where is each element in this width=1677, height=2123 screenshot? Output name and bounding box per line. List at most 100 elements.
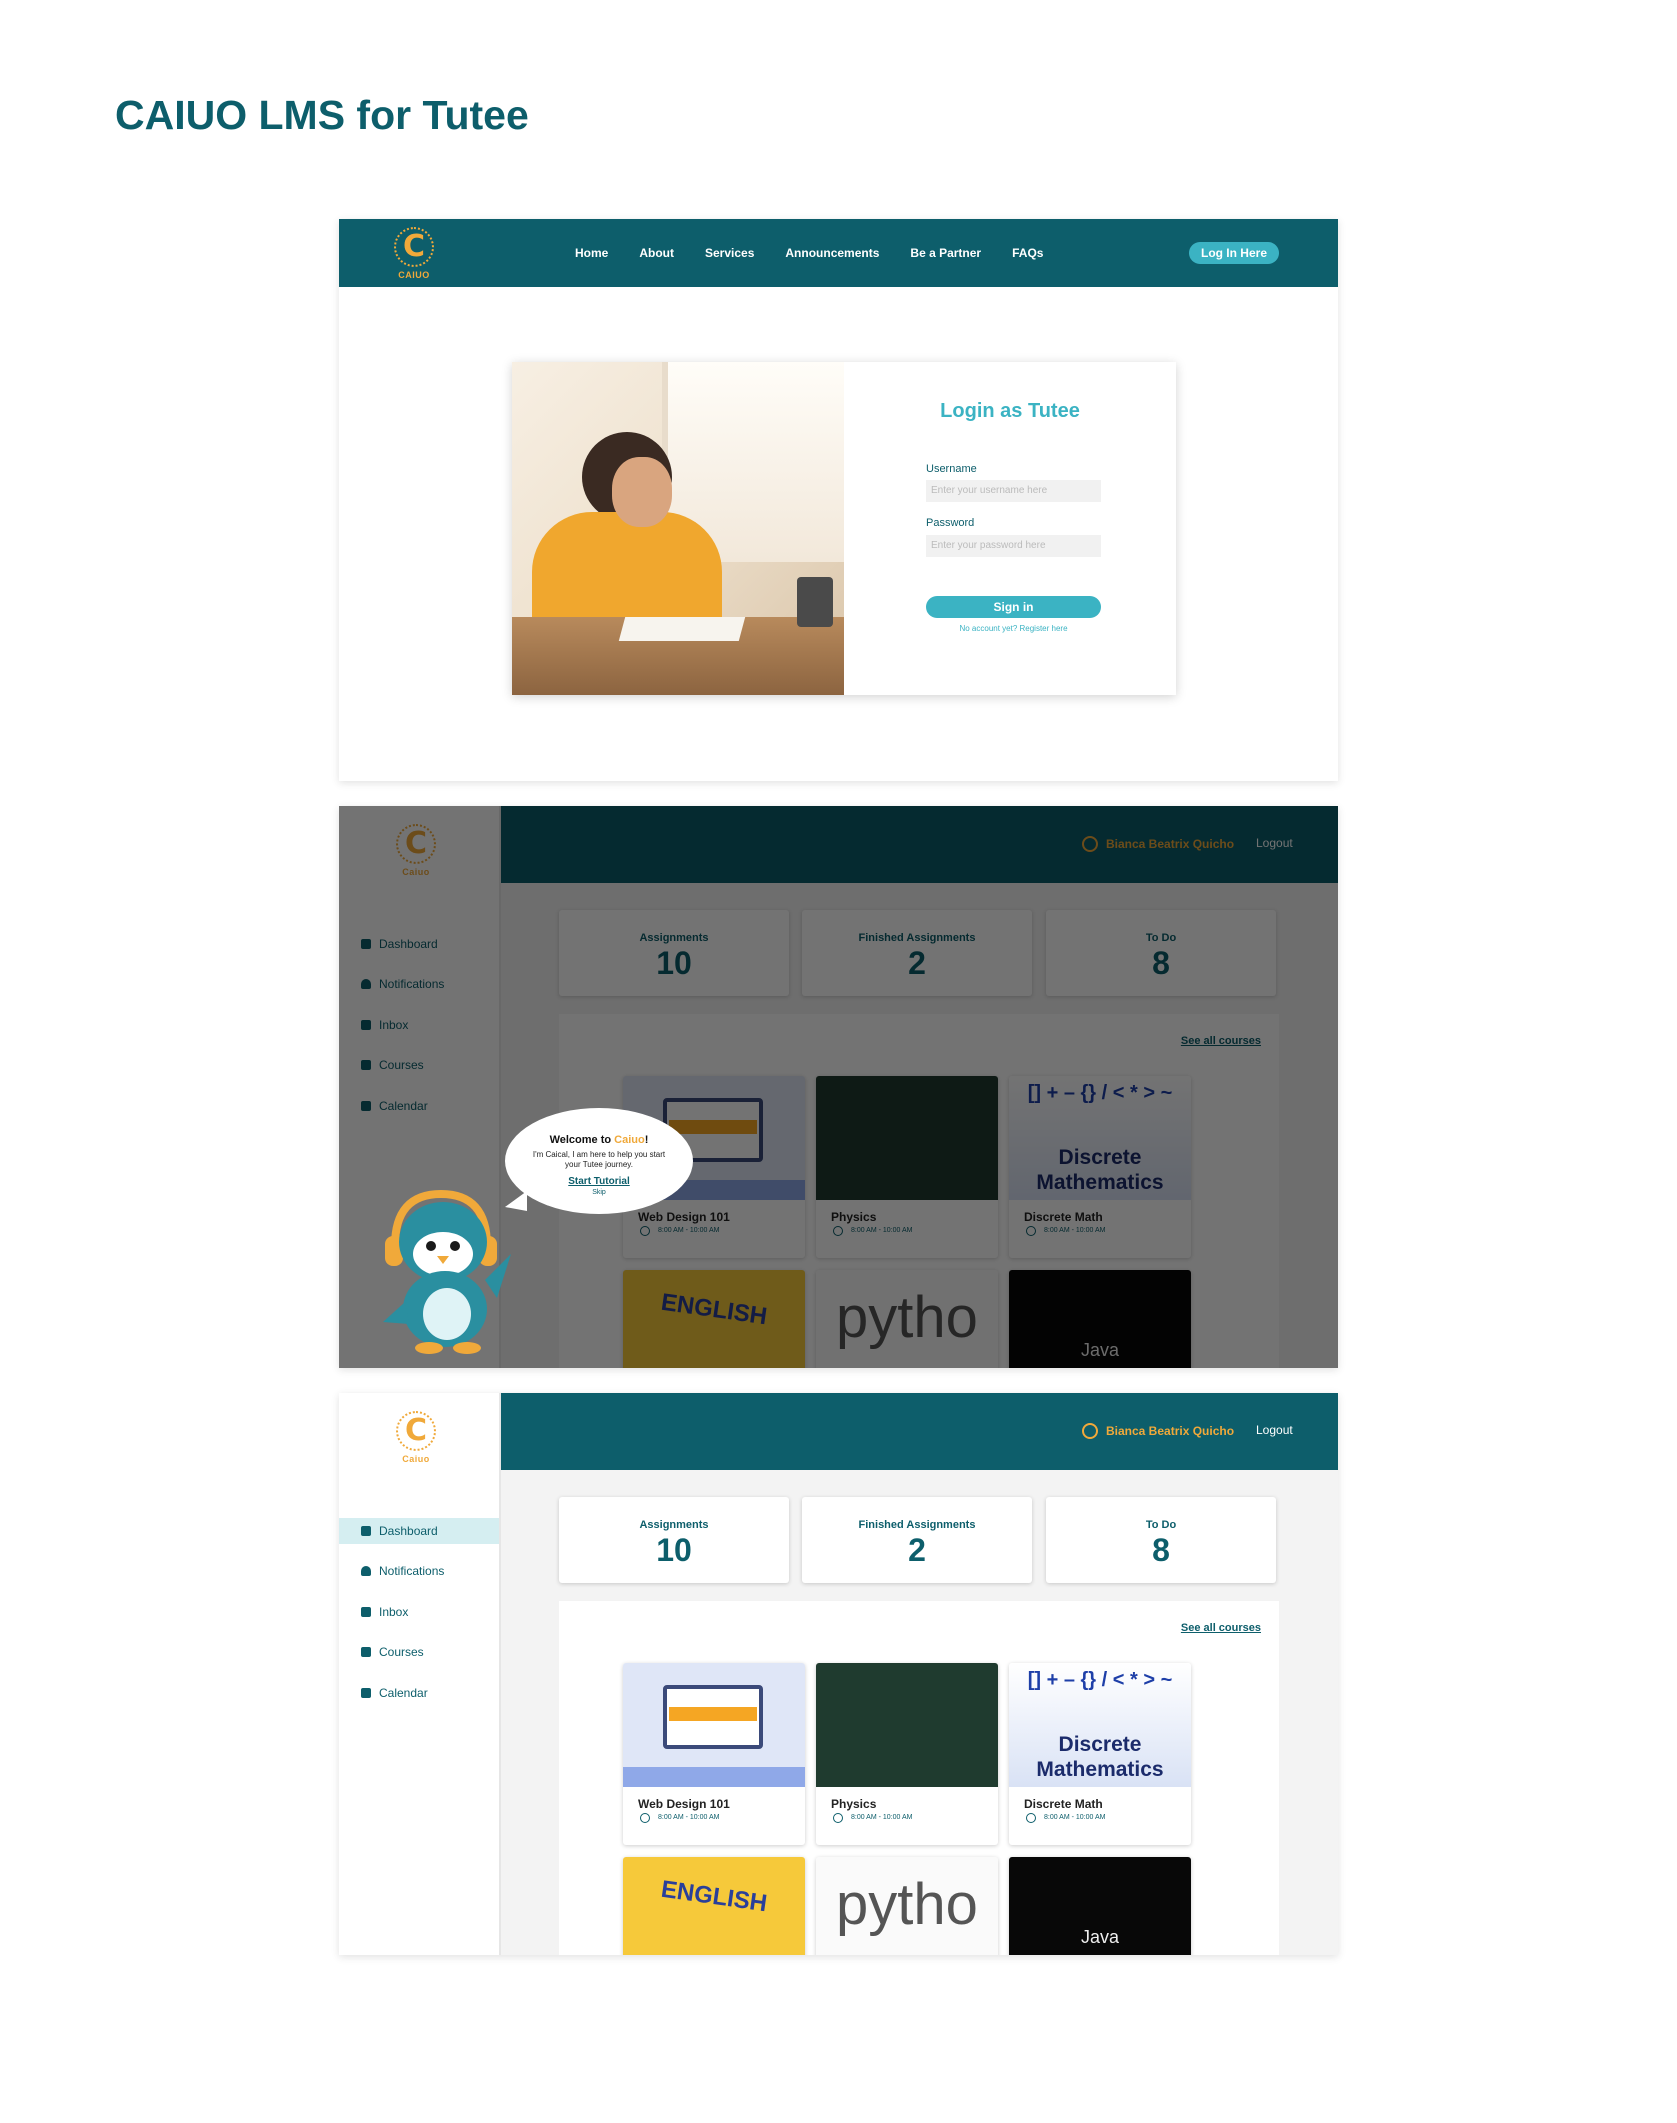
- photo-face: [612, 457, 672, 527]
- nav-about[interactable]: About: [639, 246, 674, 260]
- physics-thumbnail: [816, 1663, 998, 1787]
- nav-announcements[interactable]: Announcements: [785, 246, 879, 260]
- calendar-icon: [361, 1688, 371, 1698]
- discrete-math-thumbnail: [] + – {} / < * > ~ Discrete Mathematics: [1009, 1663, 1191, 1787]
- sidebar-item-label: Courses: [379, 1645, 424, 1659]
- sidebar-item-calendar[interactable]: Calendar: [339, 1680, 499, 1706]
- nav-home[interactable]: Home: [575, 246, 608, 260]
- sidebar-item-notifications[interactable]: Notifications: [339, 1558, 499, 1584]
- course-time: 8:00 AM - 10:00 AM: [1044, 1814, 1106, 1821]
- dashboard-icon: [361, 1526, 371, 1536]
- stat-label: Finished Assignments: [858, 1519, 976, 1531]
- stat-value: 2: [908, 1532, 926, 1568]
- course-card-web-design[interactable]: Web Design 101 8:00 AM - 10:00 AM: [623, 1663, 805, 1845]
- floor-graphic: [623, 1767, 805, 1787]
- sidebar-item-label: Inbox: [379, 1605, 409, 1619]
- sidebar: C Caiuo Dashboard Notifications Inbox Co…: [339, 1393, 501, 1955]
- course-name: Web Design 101: [638, 1797, 730, 1811]
- stat-value: 10: [656, 1532, 692, 1568]
- welcome-title-suffix: !: [644, 1134, 649, 1146]
- login-screen: C CAIUO Home About Services Announcement…: [339, 219, 1338, 781]
- photo-pencil-cup: [797, 577, 833, 627]
- stat-card-todo[interactable]: To Do8: [1046, 1497, 1276, 1583]
- stat-card-assignments[interactable]: Assignments10: [559, 1497, 789, 1583]
- course-card-java[interactable]: Java: [1009, 1857, 1191, 1955]
- clock-icon: [833, 1813, 843, 1823]
- username-input[interactable]: Enter your username here: [926, 480, 1101, 502]
- user-name[interactable]: Bianca Beatrix Quicho: [1106, 1424, 1234, 1438]
- skip-link[interactable]: Skip: [505, 1189, 693, 1196]
- inbox-icon: [361, 1607, 371, 1617]
- course-card-discrete-math[interactable]: [] + – {} / < * > ~ Discrete Mathematics…: [1009, 1663, 1191, 1845]
- discrete-title-line1: Discrete: [1058, 1733, 1142, 1756]
- clock-icon: [1026, 1813, 1036, 1823]
- course-time: 8:00 AM - 10:00 AM: [658, 1814, 720, 1821]
- sidebar-item-label: Dashboard: [379, 1524, 438, 1538]
- english-thumbnail: ENGLISH: [623, 1857, 805, 1955]
- python-thumbnail: pytho: [816, 1857, 998, 1955]
- stat-label: Assignments: [639, 1519, 709, 1531]
- caiuo-logo[interactable]: C Caiuo: [391, 1407, 441, 1469]
- python-word: pytho: [836, 1872, 978, 1937]
- sidebar-item-label: Calendar: [379, 1686, 428, 1700]
- sidebar-item-inbox[interactable]: Inbox: [339, 1599, 499, 1625]
- caiuo-logo[interactable]: C CAIUO: [389, 223, 439, 285]
- sidebar-item-dashboard[interactable]: Dashboard: [339, 1518, 499, 1544]
- stat-value: 8: [1152, 1532, 1170, 1568]
- course-name: Discrete Math: [1024, 1797, 1103, 1811]
- bell-icon: [361, 1566, 371, 1576]
- password-input[interactable]: Enter your password here: [926, 535, 1101, 557]
- nav-links: Home About Services Announcements Be a P…: [575, 219, 1074, 287]
- monitor-bar-graphic: [669, 1707, 757, 1721]
- java-thumbnail: Java: [1009, 1857, 1191, 1955]
- java-word: Java: [1080, 1927, 1120, 1947]
- student-photo: [512, 362, 844, 695]
- math-symbols: [] + – {} / < * > ~: [1027, 1669, 1173, 1691]
- password-label: Password: [926, 517, 975, 529]
- welcome-message: I'm Caical, I am here to help you start …: [532, 1150, 666, 1169]
- english-word: ENGLISH: [659, 1875, 769, 1918]
- welcome-speech-bubble: Welcome to Caiuo! I'm Caical, I am here …: [505, 1108, 693, 1214]
- nav-services[interactable]: Services: [705, 246, 754, 260]
- course-card-physics[interactable]: Physics 8:00 AM - 10:00 AM: [816, 1663, 998, 1845]
- register-link[interactable]: No account yet? Register here: [926, 624, 1101, 633]
- login-title: Login as Tutee: [940, 400, 1080, 422]
- start-tutorial-link[interactable]: Start Tutorial: [505, 1176, 693, 1187]
- stat-card-finished[interactable]: Finished Assignments2: [802, 1497, 1032, 1583]
- dashboard-screen: C Caiuo Dashboard Notifications Inbox Co…: [339, 1393, 1338, 1955]
- clock-icon: [640, 1813, 650, 1823]
- logo-word: Caiuo: [402, 1454, 430, 1464]
- top-bar: Bianca Beatrix Quicho Logout: [501, 1393, 1338, 1470]
- page-title: CAIUO LMS for Tutee: [115, 92, 529, 138]
- sign-in-button[interactable]: Sign in: [926, 596, 1101, 618]
- welcome-title-prefix: Welcome to: [549, 1134, 615, 1146]
- logo-word: CAIUO: [398, 270, 430, 280]
- nav-be-a-partner[interactable]: Be a Partner: [910, 246, 981, 260]
- course-time: 8:00 AM - 10:00 AM: [851, 1814, 913, 1821]
- welcome-title: Welcome to Caiuo!: [505, 1134, 693, 1146]
- sidebar-item-label: Notifications: [379, 1564, 445, 1578]
- username-label: Username: [926, 463, 977, 475]
- stat-label: To Do: [1145, 1519, 1177, 1531]
- photo-paper: [618, 617, 746, 641]
- welcome-title-brand: Caiuo: [614, 1134, 645, 1146]
- sidebar-item-courses[interactable]: Courses: [339, 1639, 499, 1665]
- dashboard-tutorial-screen: C Caiuo Dashboard Notifications Inbox Co…: [339, 806, 1338, 1368]
- logo-letter: C: [404, 1413, 428, 1448]
- web-design-thumbnail: [623, 1663, 805, 1787]
- course-name: Physics: [831, 1797, 877, 1811]
- login-form: Login as Tutee Username Enter your usern…: [844, 362, 1176, 695]
- penguin-mascot: [383, 1189, 511, 1354]
- login-card: Login as Tutee Username Enter your usern…: [512, 362, 1176, 695]
- top-navigation: C CAIUO Home About Services Announcement…: [339, 219, 1338, 287]
- discrete-title-line2: Mathematics: [1036, 1758, 1164, 1781]
- nav-faqs[interactable]: FAQs: [1012, 246, 1043, 260]
- book-icon: [361, 1647, 371, 1657]
- log-in-here-button[interactable]: Log In Here: [1189, 242, 1279, 264]
- course-card-english[interactable]: ENGLISH: [623, 1857, 805, 1955]
- see-all-courses-link[interactable]: See all courses: [1181, 1622, 1261, 1634]
- user-icon: [1082, 1423, 1098, 1439]
- logo-letter: C: [402, 229, 426, 264]
- course-card-python[interactable]: pytho: [816, 1857, 998, 1955]
- logout-button[interactable]: Logout: [1256, 1423, 1293, 1437]
